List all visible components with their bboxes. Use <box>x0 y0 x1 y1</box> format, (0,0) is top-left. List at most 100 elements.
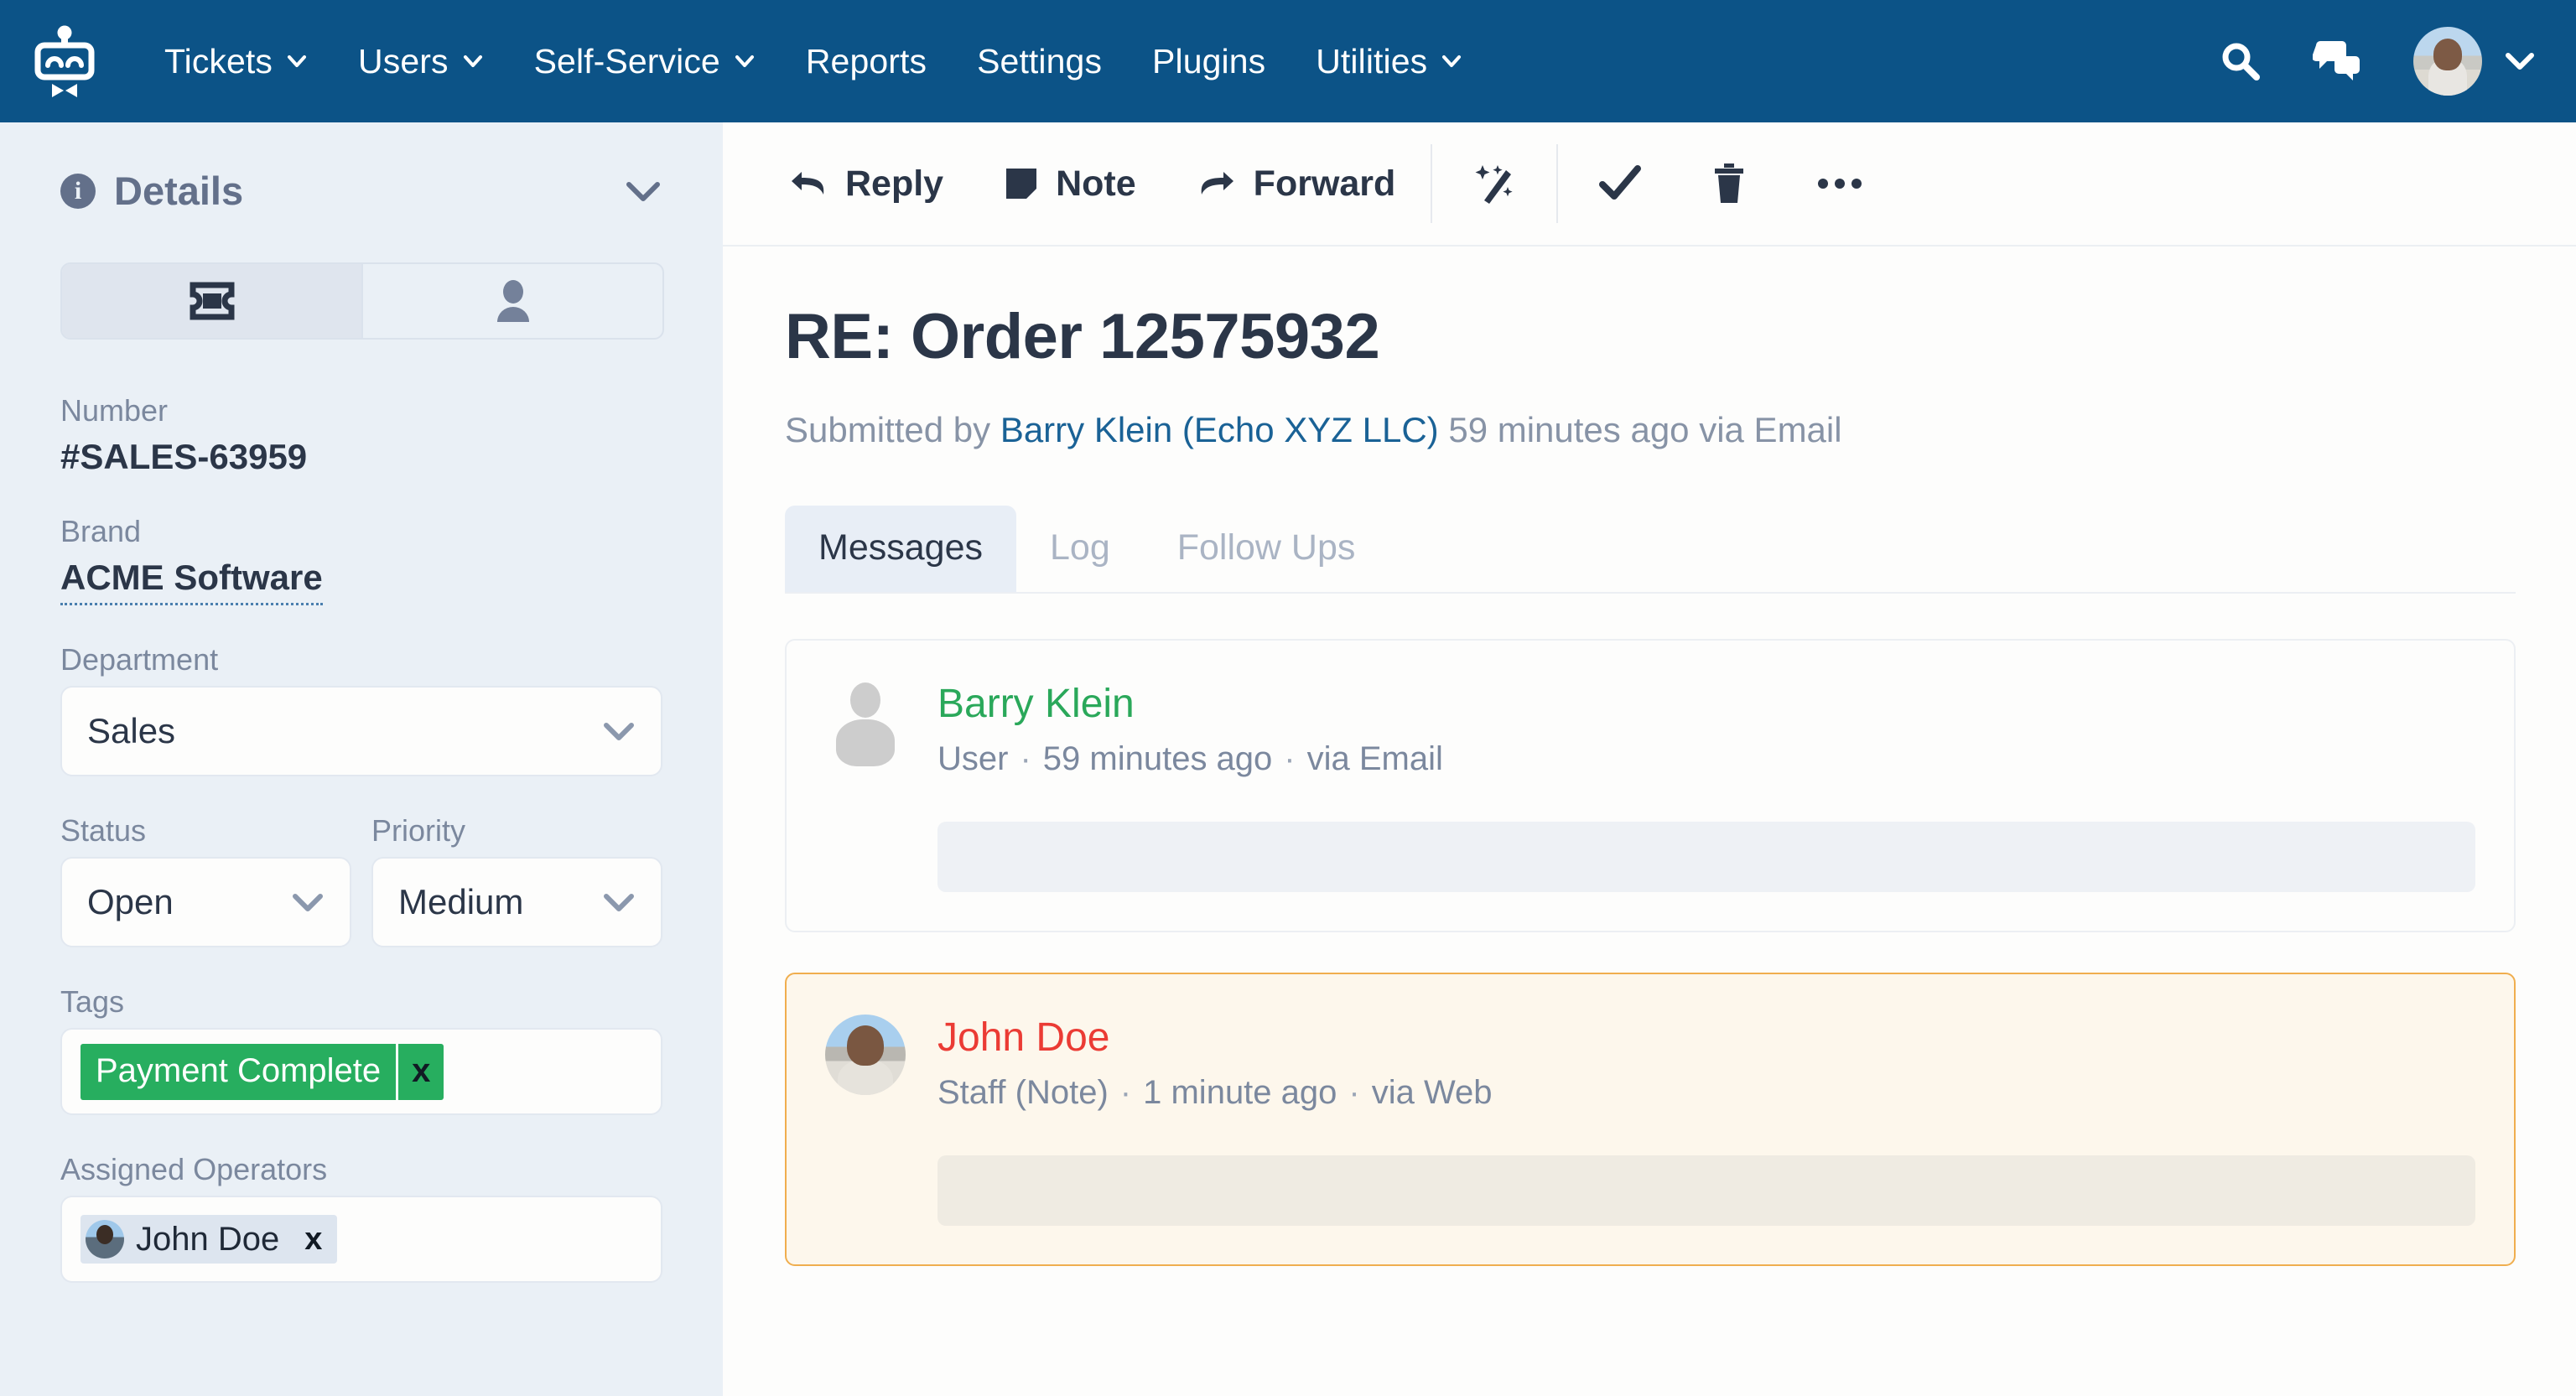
page-title: Details <box>114 169 244 213</box>
nav-item-label: Self-Service <box>533 41 720 80</box>
nav-item-settings[interactable]: Settings <box>952 42 1127 81</box>
toggle-person-view[interactable] <box>361 264 662 338</box>
message-author[interactable]: John Doe <box>937 1015 1493 1061</box>
message-channel: via Email <box>1306 740 1443 777</box>
ticket-icon <box>190 282 235 320</box>
nav-item-utilities[interactable]: Utilities <box>1291 42 1488 81</box>
message-submeta: Staff (Note) · 1 minute ago · via Web <box>937 1074 1493 1112</box>
message-role: User <box>937 740 1009 777</box>
nav-item-label: Tickets <box>164 41 273 80</box>
reply-arrow-icon <box>788 167 828 200</box>
submitted-suffix: 59 minutes ago via Email <box>1438 410 1842 449</box>
message-time: 59 minutes ago <box>1042 740 1273 777</box>
tag-remove-button[interactable]: x <box>396 1043 444 1100</box>
account-menu[interactable] <box>2413 27 2536 96</box>
details-header: i Details <box>60 168 662 214</box>
nav-item-tickets[interactable]: Tickets <box>139 42 333 81</box>
field-label: Brand <box>60 514 142 548</box>
forward-label: Forward <box>1253 163 1396 204</box>
ticket-number-value: #SALES-63959 <box>60 437 308 476</box>
field-label: Number <box>60 393 169 428</box>
field-label: Priority <box>371 813 466 848</box>
nav-item-label: Reports <box>805 41 927 80</box>
priority-select[interactable]: Medium <box>371 857 662 947</box>
priority-selected-value: Medium <box>398 882 524 921</box>
status-priority-row: Status Open Priority Medium <box>60 813 662 947</box>
nav-item-plugins[interactable]: Plugins <box>1127 42 1291 81</box>
chevron-down-icon <box>602 720 636 742</box>
chevron-down-icon <box>602 891 636 913</box>
search-icon[interactable] <box>2219 39 2262 83</box>
reply-button[interactable]: Reply <box>758 122 974 245</box>
tab-follow-ups[interactable]: Follow Ups <box>1144 506 1389 592</box>
chevron-down-icon <box>1441 50 1462 72</box>
john-doe-photo-avatar <box>825 1015 906 1095</box>
details-sidebar: i Details Number #SALES-63959 Brand ACME… <box>0 122 723 1396</box>
chevron-down-icon <box>734 50 756 72</box>
chevron-down-icon[interactable] <box>624 179 662 204</box>
submitter-org-link[interactable]: (Echo XYZ LLC) <box>1182 410 1439 449</box>
note-icon <box>1004 166 1039 201</box>
submitter-link[interactable]: Barry Klein <box>1000 410 1172 449</box>
forward-arrow-icon <box>1197 167 1237 200</box>
tags-input[interactable]: Payment Complete x <box>60 1028 662 1115</box>
toolbar-divider <box>1431 144 1433 223</box>
chat-bubbles-icon[interactable] <box>2313 40 2363 82</box>
tag-chip: Payment Complete x <box>80 1043 444 1100</box>
nav-item-label: Users <box>358 41 449 80</box>
nav-item-users[interactable]: Users <box>333 42 509 81</box>
robot-logo-icon[interactable] <box>34 25 96 97</box>
message-header: John Doe Staff (Note) · 1 minute ago · via W… <box>825 1015 2475 1112</box>
separator-dot: · <box>1020 740 1031 777</box>
message-meta: John Doe Staff (Note) · 1 minute ago · via W… <box>937 1015 1493 1112</box>
toggle-ticket-view[interactable] <box>62 264 361 338</box>
department-select[interactable]: Sales <box>60 686 662 776</box>
field-label: Assigned Operators <box>60 1152 328 1186</box>
field-label: Status <box>60 813 147 848</box>
separator-dot: · <box>1119 1074 1132 1111</box>
status-selected-value: Open <box>87 882 174 921</box>
operators-input[interactable]: John Doe x <box>60 1196 662 1283</box>
nav-actions <box>2219 27 2536 96</box>
tab-messages[interactable]: Messages <box>785 506 1016 592</box>
tag-label: Payment Complete <box>96 1051 382 1089</box>
ellipsis-icon[interactable] <box>1781 122 1898 245</box>
department-selected-value: Sales <box>87 711 176 750</box>
message-time: 1 minute ago <box>1143 1074 1337 1111</box>
tab-log[interactable]: Log <box>1016 506 1144 592</box>
trash-icon[interactable] <box>1677 122 1781 245</box>
message-author[interactable]: Barry Klein <box>937 681 1443 727</box>
message-body-placeholder <box>937 822 2475 892</box>
field-brand: Brand ACME Software <box>60 514 662 605</box>
details-view-toggle <box>60 262 664 340</box>
field-priority: Priority Medium <box>371 813 662 947</box>
brand-value[interactable]: ACME Software <box>60 558 323 605</box>
reply-label: Reply <box>845 163 944 204</box>
operator-name: John Doe <box>136 1220 280 1258</box>
message-body-placeholder <box>937 1155 2475 1226</box>
message-role: Staff (Note) <box>937 1074 1109 1111</box>
chevron-down-icon <box>286 50 308 72</box>
submitted-prefix: Submitted by <box>785 410 1000 449</box>
check-icon[interactable] <box>1563 122 1677 245</box>
tab-label: Log <box>1049 527 1110 568</box>
ticket-content: RE: Order 12575932 Submitted by Barry Kl… <box>723 247 2576 1396</box>
nav-item-self-service[interactable]: Self-Service <box>509 42 781 81</box>
chevron-down-icon <box>291 891 325 913</box>
operator-remove-button[interactable]: x <box>294 1222 332 1258</box>
toolbar-divider <box>1556 144 1559 223</box>
forward-button[interactable]: Forward <box>1166 122 1426 245</box>
user-avatar <box>2413 27 2482 96</box>
field-label: Department <box>60 642 219 677</box>
nav-item-label: Plugins <box>1152 41 1266 80</box>
message-card-note: John Doe Staff (Note) · 1 minute ago · via W… <box>785 973 2516 1266</box>
status-select[interactable]: Open <box>60 857 351 947</box>
note-label: Note <box>1056 163 1136 204</box>
ticket-submitted-meta: Submitted by Barry Klein (Echo XYZ LLC) … <box>785 410 2516 450</box>
chevron-down-icon <box>2504 50 2536 72</box>
separator-dot: · <box>1348 1074 1360 1111</box>
nav-item-reports[interactable]: Reports <box>781 42 952 81</box>
note-button[interactable]: Note <box>974 122 1166 245</box>
magic-wand-icon[interactable] <box>1437 122 1551 245</box>
tab-label: Messages <box>818 527 983 568</box>
